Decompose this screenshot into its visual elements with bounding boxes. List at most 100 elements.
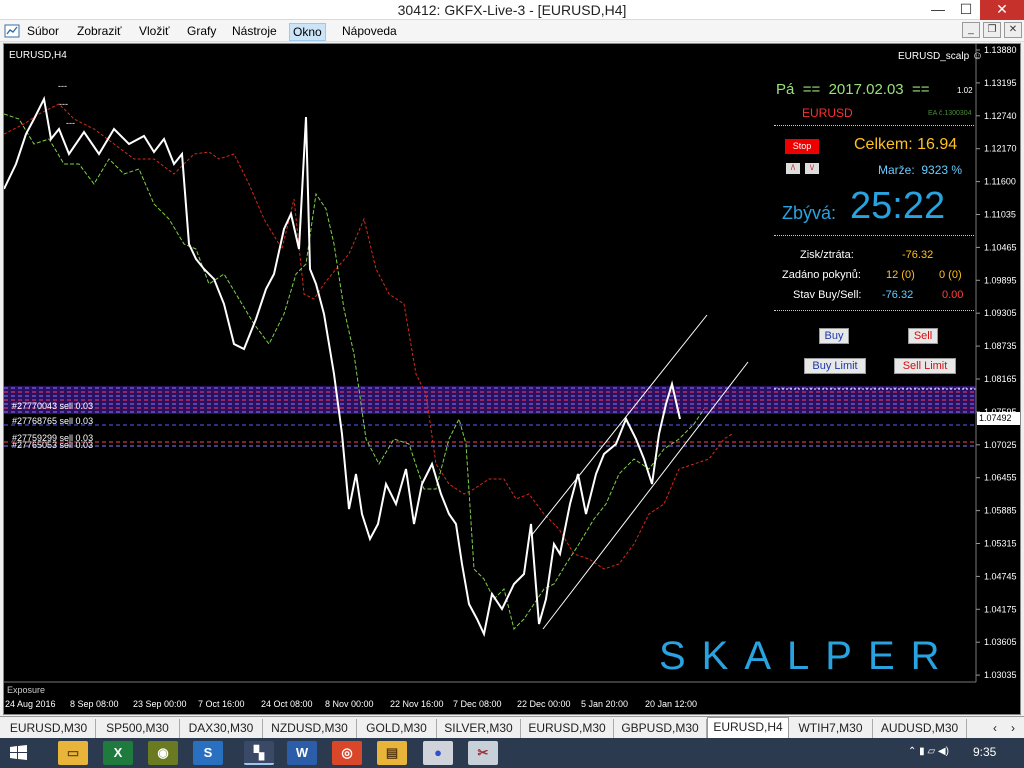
pl-value: -76.32: [902, 249, 934, 261]
remaining-label: Zbývá:: [782, 203, 837, 223]
menu-view[interactable]: Zobraziť: [74, 23, 125, 41]
total-label: Celkem:: [854, 136, 913, 153]
sell-limit-button[interactable]: Sell Limit: [894, 358, 956, 374]
buy-limit-button[interactable]: Buy Limit: [804, 358, 866, 374]
pl-label: Zisk/ztráta:: [800, 249, 854, 261]
mdi-close-button[interactable]: ✕: [1004, 22, 1022, 38]
time-tick-label: 24 Oct 08:00: [261, 699, 313, 709]
explorer-folder-icon[interactable]: ▤: [377, 741, 407, 765]
panel-symbol: EURUSD: [802, 106, 853, 120]
panel-divider-2: [774, 235, 974, 236]
menu-tools[interactable]: Nástroje: [229, 23, 280, 41]
price-polyline: [4, 95, 681, 638]
tab-chart-8[interactable]: GBPUSD,M30: [614, 719, 707, 738]
time-tick-label: 20 Jan 12:00: [645, 699, 697, 709]
margin-label: Marže:: [878, 163, 915, 177]
snipping-tool-icon[interactable]: ✂: [468, 741, 498, 765]
paint-app-icon[interactable]: ●: [423, 741, 453, 765]
price-tick-label: 1.05315: [984, 539, 1017, 549]
excel-icon[interactable]: X: [103, 741, 133, 765]
tab-chart-2[interactable]: SP500,M30: [96, 719, 180, 738]
short-dash-1: ---: [58, 81, 67, 91]
taskbar-clock[interactable]: 9:35: [973, 745, 996, 759]
chart-window[interactable]: 1.13880 1.13195 1.12740 1.12170 1.11600 1.110…: [3, 43, 1021, 715]
panel-day: Pá: [776, 81, 795, 98]
tabs-scroll-left-button[interactable]: ‹: [988, 719, 1002, 738]
chrome-icon[interactable]: ◎: [332, 741, 362, 765]
ea-name-label: EURUSD_scalp ☺: [898, 50, 983, 62]
tab-chart-4[interactable]: NZDUSD,M30: [263, 719, 357, 738]
time-tick-label: 22 Nov 16:00: [390, 699, 444, 709]
total-value: 16.94: [917, 136, 958, 153]
menu-window[interactable]: Okno: [289, 23, 326, 41]
price-tick-label: 1.12170: [984, 144, 1017, 154]
order-label-2[interactable]: #27768765 sell 0.03: [12, 416, 93, 426]
mdi-restore-button[interactable]: ❐: [983, 22, 1001, 38]
price-tick-label: 1.13195: [984, 78, 1017, 88]
arrow-up-button[interactable]: /\: [786, 163, 800, 174]
red-envelope-polyline: [4, 103, 733, 570]
price-tick-label: 1.05885: [984, 506, 1017, 516]
time-tick-label: 7 Dec 08:00: [453, 699, 502, 709]
price-axis-ticks: 1.13880 1.13195 1.12740 1.12170 1.11600 1.110…: [976, 45, 1017, 680]
price-tick-label: 1.08165: [984, 374, 1017, 384]
time-tick-label: 5 Jan 20:00: [581, 699, 628, 709]
price-tick-label: 1.04745: [984, 571, 1017, 581]
margin-value: 9323 %: [921, 163, 963, 177]
panel-divider-3: [774, 310, 974, 311]
tab-chart-7[interactable]: EURUSD,M30: [521, 719, 614, 738]
tab-chart-11[interactable]: AUDUSD,M30: [873, 719, 967, 738]
tab-chart-3[interactable]: DAX30,M30: [180, 719, 263, 738]
order-label-4[interactable]: #27765053 sell 0.03: [12, 440, 93, 450]
sell-button[interactable]: Sell: [908, 328, 938, 344]
panel-date: 2017.02.03: [828, 81, 904, 98]
arrow-down-button[interactable]: \/: [805, 163, 819, 174]
close-button[interactable]: ✕: [980, 0, 1024, 20]
short-dash-3: ---: [66, 118, 75, 128]
tabs-scroll-right-button[interactable]: ›: [1006, 719, 1020, 738]
camera-app-icon[interactable]: ◉: [148, 741, 178, 765]
orders-sell: 0 (0): [939, 269, 962, 281]
mdi-minimize-button[interactable]: _: [962, 22, 980, 38]
price-tick-label: 1.07025: [984, 440, 1017, 450]
price-line: [4, 95, 681, 638]
metatrader-icon[interactable]: ▚: [244, 741, 274, 765]
price-tick-label: 1.08735: [984, 341, 1017, 351]
menu-file[interactable]: Súbor: [24, 23, 62, 41]
skype-shortcut-icon[interactable]: S: [193, 741, 223, 765]
chart-window-icon[interactable]: [4, 23, 20, 39]
price-tick-label: 1.13880: [984, 45, 1017, 55]
tab-chart-10[interactable]: WTIH7,M30: [789, 719, 873, 738]
windows-start-icon[interactable]: [10, 745, 28, 761]
panel-eq-left: ==: [802, 81, 821, 98]
maximize-button[interactable]: ☐: [952, 0, 980, 20]
state-label: Stav Buy/Sell:: [793, 289, 862, 301]
orders-buy: 12 (0): [886, 269, 915, 281]
chart-symbol-label: EURUSD,H4: [9, 50, 67, 61]
tab-chart-9-active[interactable]: EURUSD,H4: [707, 717, 789, 738]
smiley-icon: ☺: [971, 50, 984, 62]
menu-insert[interactable]: Vložiť: [136, 23, 173, 41]
menu-help[interactable]: Nápoveda: [339, 23, 400, 41]
time-tick-label: 8 Nov 00:00: [325, 699, 374, 709]
order-label-1[interactable]: #27770043 sell 0.03: [12, 401, 93, 411]
price-tick-label: 1.11600: [984, 177, 1016, 187]
stop-button[interactable]: Stop: [785, 139, 819, 154]
panel-day-label: Pá == 2017.02.03 ==: [776, 81, 930, 98]
tab-chart-1[interactable]: EURUSD,M30: [2, 719, 96, 738]
file-explorer-icon[interactable]: ▭: [58, 741, 88, 765]
menu-charts[interactable]: Grafy: [184, 23, 219, 41]
title-bar: 30412: GKFX-Live-3 - [EURUSD,H4] — ☐ ✕: [0, 0, 1024, 20]
tray-icons[interactable]: ⌃ ▮ ▱ ◀): [908, 746, 949, 757]
state-sell: 0.00: [942, 289, 964, 301]
time-tick-label: 22 Dec 00:00: [517, 699, 571, 709]
word-icon[interactable]: W: [287, 741, 317, 765]
tab-chart-5[interactable]: GOLD,M30: [357, 719, 437, 738]
panel-version: 1.02: [957, 86, 973, 95]
tab-chart-6[interactable]: SILVER,M30: [437, 719, 521, 738]
remaining-value: 25:22: [850, 185, 946, 227]
exposure-label: Exposure: [7, 685, 46, 695]
buy-button[interactable]: Buy: [819, 328, 849, 344]
minimize-button[interactable]: —: [924, 0, 952, 20]
price-tick-label: 1.03605: [984, 637, 1017, 647]
